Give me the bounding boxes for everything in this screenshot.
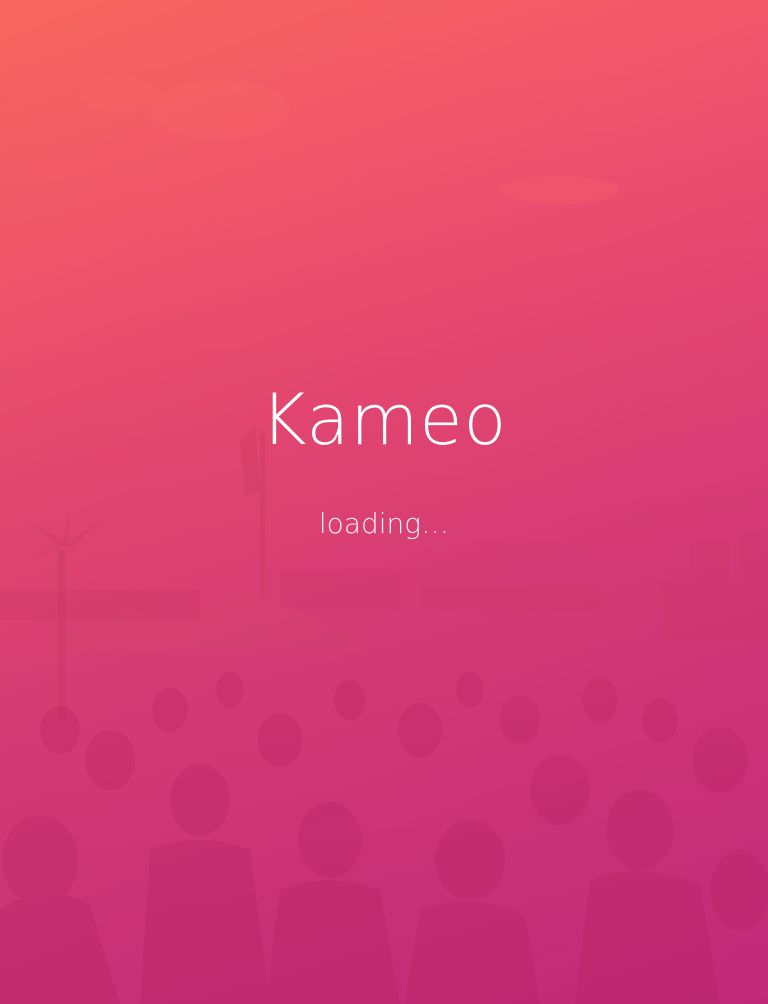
app-title: Kameo — [260, 379, 508, 461]
loading-status: loading… — [318, 507, 450, 540]
splash-screen: Kameo loading… — [0, 0, 768, 1004]
pink-gradient-overlay — [0, 0, 768, 1004]
